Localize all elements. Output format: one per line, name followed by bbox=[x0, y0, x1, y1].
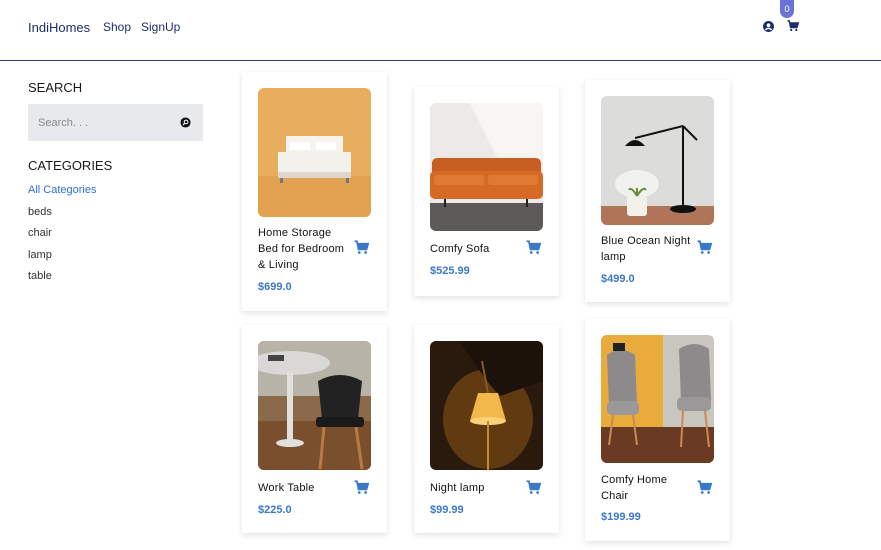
product-name[interactable]: Night lamp bbox=[430, 480, 526, 496]
product-card[interactable]: Work Table $225.0 bbox=[242, 325, 387, 533]
category-table[interactable]: table bbox=[28, 270, 52, 282]
categories-heading: CATEGORIES bbox=[28, 158, 113, 173]
category-beds[interactable]: beds bbox=[28, 206, 52, 218]
add-to-cart-icon[interactable] bbox=[526, 240, 541, 255]
brand-logo[interactable]: IndiHomes bbox=[28, 20, 90, 35]
product-name[interactable]: Home Storage Bed for Bedroom & Living bbox=[258, 225, 354, 273]
product-image-lamp[interactable] bbox=[601, 96, 714, 225]
product-price: $225.0 bbox=[258, 504, 292, 516]
product-name[interactable]: Work Table bbox=[258, 480, 354, 496]
product-image-bed[interactable] bbox=[258, 88, 371, 217]
search-heading: SEARCH bbox=[28, 80, 83, 95]
product-card[interactable]: Home Storage Bed for Bedroom & Living $6… bbox=[242, 72, 387, 311]
product-image-chair[interactable] bbox=[601, 335, 714, 463]
product-price: $699.0 bbox=[258, 281, 292, 293]
add-to-cart-icon[interactable] bbox=[697, 240, 712, 255]
category-chair[interactable]: chair bbox=[28, 227, 52, 239]
add-to-cart-icon[interactable] bbox=[354, 480, 369, 495]
product-image-night-lamp[interactable] bbox=[430, 341, 543, 470]
product-price: $99.99 bbox=[430, 504, 464, 516]
product-name[interactable]: Blue Ocean Night lamp bbox=[601, 233, 697, 265]
shopping-cart-icon[interactable] bbox=[787, 20, 799, 32]
add-to-cart-icon[interactable] bbox=[697, 480, 712, 495]
add-to-cart-icon[interactable] bbox=[354, 240, 369, 255]
product-image-sofa[interactable] bbox=[430, 103, 543, 231]
cart-count-badge: 0 bbox=[780, 0, 794, 18]
category-lamp[interactable]: lamp bbox=[28, 249, 52, 261]
product-price: $199.99 bbox=[601, 511, 641, 523]
product-price: $525.99 bbox=[430, 265, 470, 277]
product-card[interactable]: Night lamp $99.99 bbox=[414, 325, 559, 533]
product-card[interactable]: Comfy Sofa $525.99 bbox=[414, 87, 559, 296]
search-input[interactable] bbox=[38, 104, 178, 141]
product-name[interactable]: Comfy Home Chair bbox=[601, 472, 697, 504]
product-image-table[interactable] bbox=[258, 341, 371, 470]
nav-link-signup[interactable]: SignUp bbox=[141, 20, 180, 34]
user-circle-icon[interactable] bbox=[763, 21, 774, 32]
category-all[interactable]: All Categories bbox=[28, 184, 96, 196]
product-price: $499.0 bbox=[601, 273, 635, 285]
search-box bbox=[28, 104, 203, 141]
nav-link-shop[interactable]: Shop bbox=[103, 20, 131, 34]
search-icon[interactable] bbox=[180, 117, 191, 128]
product-name[interactable]: Comfy Sofa bbox=[430, 241, 526, 257]
product-card[interactable]: Blue Ocean Night lamp $499.0 bbox=[585, 80, 730, 302]
product-card[interactable]: Comfy Home Chair $199.99 bbox=[585, 319, 730, 541]
top-navbar: IndiHomes Shop SignUp 0 bbox=[0, 0, 881, 61]
add-to-cart-icon[interactable] bbox=[526, 480, 541, 495]
